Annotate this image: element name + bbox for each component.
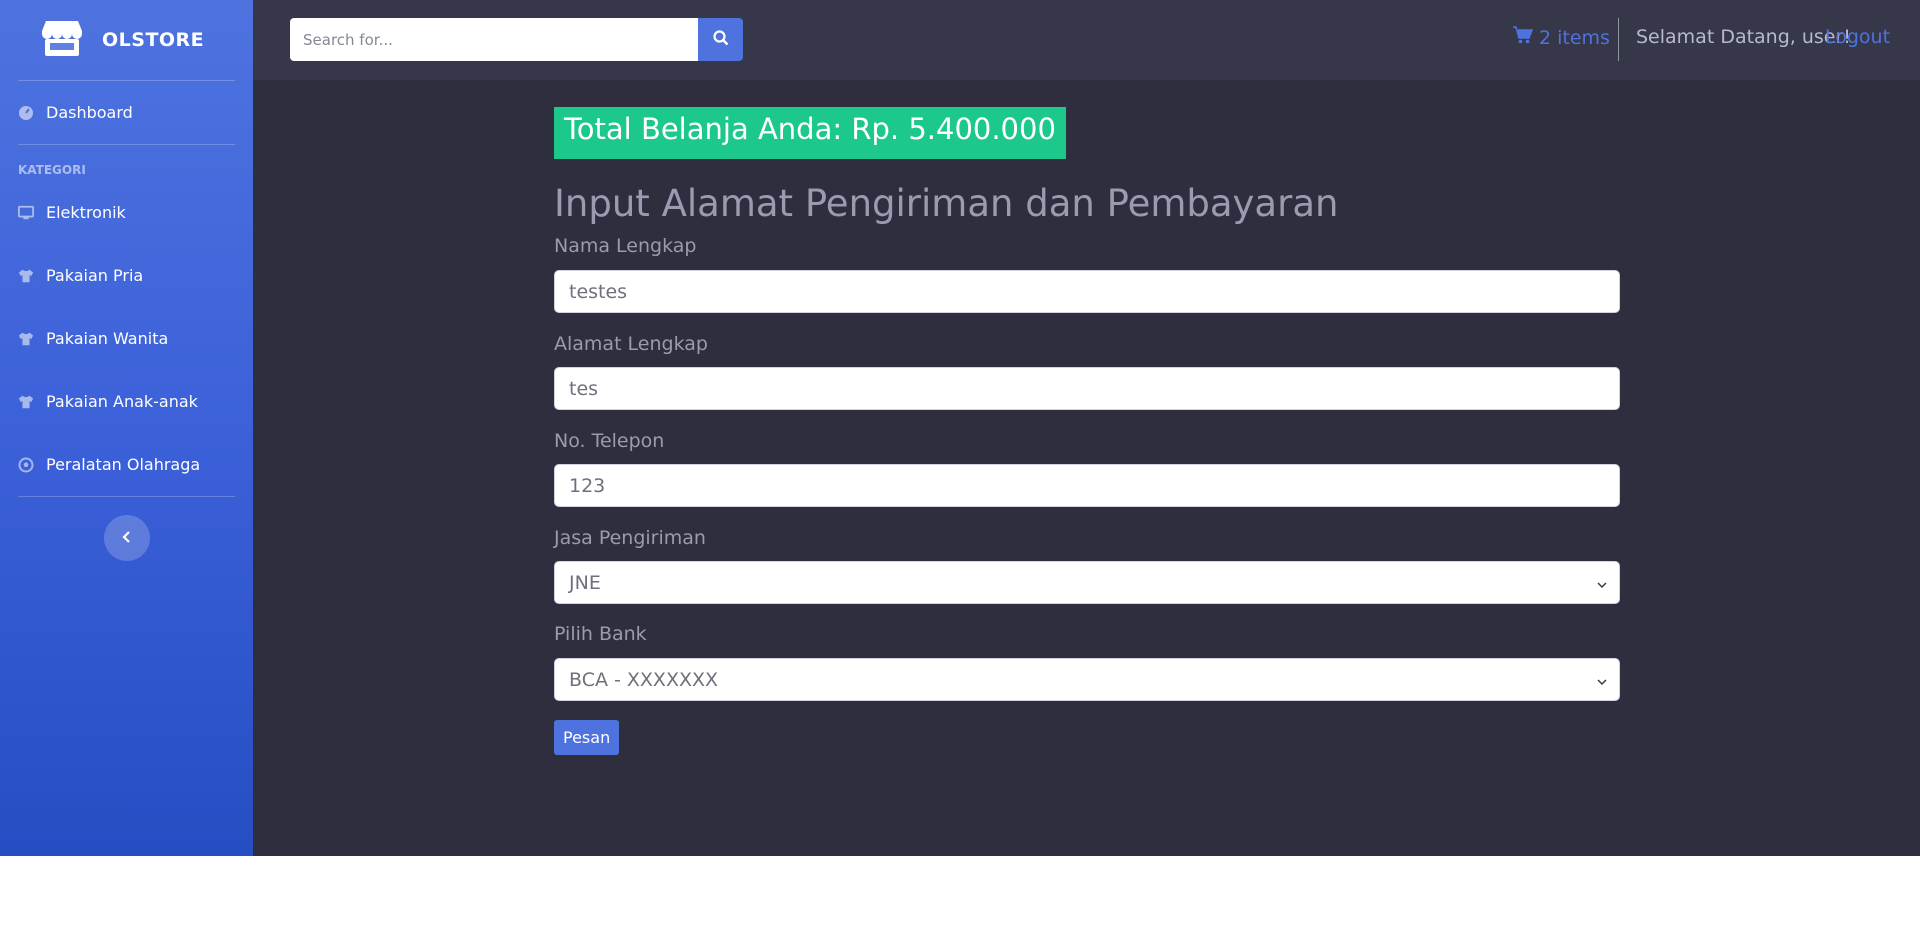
sidebar-toggle-button[interactable]: [103, 515, 150, 561]
search-icon: [712, 30, 729, 49]
topbar-divider: [1618, 18, 1619, 61]
total-badge: Total Belanja Anda: Rp. 5.400.000: [554, 107, 1066, 159]
alamat-label: Alamat Lengkap: [554, 333, 708, 355]
alamat-field[interactable]: tes: [554, 367, 1620, 410]
logout-link[interactable]: Logout: [1825, 26, 1890, 48]
jasa-pengiriman-value: JNE: [569, 571, 601, 594]
sidebar-item-dashboard[interactable]: Dashboard: [0, 81, 253, 144]
telepon-label: No. Telepon: [554, 430, 665, 452]
football-icon: [18, 457, 34, 473]
brand[interactable]: OLSTORE: [0, 0, 253, 80]
search-input[interactable]: [290, 18, 698, 61]
sidebar-item-label: Elektronik: [46, 203, 126, 222]
search-button[interactable]: [698, 18, 743, 61]
pesan-button[interactable]: Pesan: [554, 720, 620, 755]
sidebar-item-peralatan-olahraga[interactable]: Peralatan Olahraga: [0, 433, 253, 496]
sidebar-item-label: Dashboard: [46, 103, 133, 122]
nama-label: Nama Lengkap: [554, 235, 697, 257]
welcome-text: Selamat Datang, user!: [1636, 26, 1851, 48]
sidebar-item-label: Pakaian Wanita: [46, 329, 169, 348]
jasa-pengiriman-select[interactable]: JNE: [554, 561, 1620, 604]
topbar: 2 items Selamat Datang, user! Logout: [253, 0, 1920, 80]
sidebar-heading: KATEGORI: [18, 163, 86, 177]
sidebar-divider: [18, 496, 235, 497]
sidebar-item-elektronik[interactable]: Elektronik: [0, 181, 253, 244]
chevron-down-icon: [1597, 669, 1607, 691]
cart-link[interactable]: 2 items: [1513, 26, 1610, 49]
sidebar-item-pakaian-wanita[interactable]: Pakaian Wanita: [0, 307, 253, 370]
tshirt-icon: [18, 268, 34, 284]
desktop-icon: [18, 205, 34, 221]
bank-select[interactable]: BCA - XXXXXXX: [554, 658, 1620, 701]
chevron-left-icon: [121, 529, 133, 548]
store-icon: [42, 19, 102, 62]
search-form: [290, 18, 743, 61]
sidebar-item-label: Pakaian Anak-anak: [46, 392, 198, 411]
page-footer-blank: [0, 856, 1920, 936]
jasa-pengiriman-label: Jasa Pengiriman: [554, 527, 706, 549]
sidebar-item-label: Pakaian Pria: [46, 266, 144, 285]
nama-field[interactable]: testes: [554, 270, 1620, 313]
bank-label: Pilih Bank: [554, 623, 647, 645]
content-area: Total Belanja Anda: Rp. 5.400.000 Input …: [253, 80, 1920, 936]
shopping-cart-icon: [1513, 26, 1539, 49]
tshirt-icon: [18, 394, 34, 410]
sidebar-item-pakaian-anak-anak[interactable]: Pakaian Anak-anak: [0, 370, 253, 433]
telepon-field[interactable]: 123: [554, 464, 1620, 507]
sidebar: OLSTORE Dashboard KATEGORI Elektronik Pa…: [0, 0, 253, 936]
tshirt-icon: [18, 331, 34, 347]
dashboard-icon: [18, 105, 34, 121]
brand-name: OLSTORE: [102, 29, 205, 51]
bank-value: BCA - XXXXXXX: [569, 668, 719, 691]
sidebar-item-label: Peralatan Olahraga: [46, 455, 201, 474]
chevron-down-icon: [1597, 572, 1607, 594]
page-title: Input Alamat Pengiriman dan Pembayaran: [554, 182, 1339, 225]
cart-count: 2 items: [1539, 26, 1610, 49]
sidebar-item-pakaian-pria[interactable]: Pakaian Pria: [0, 244, 253, 307]
